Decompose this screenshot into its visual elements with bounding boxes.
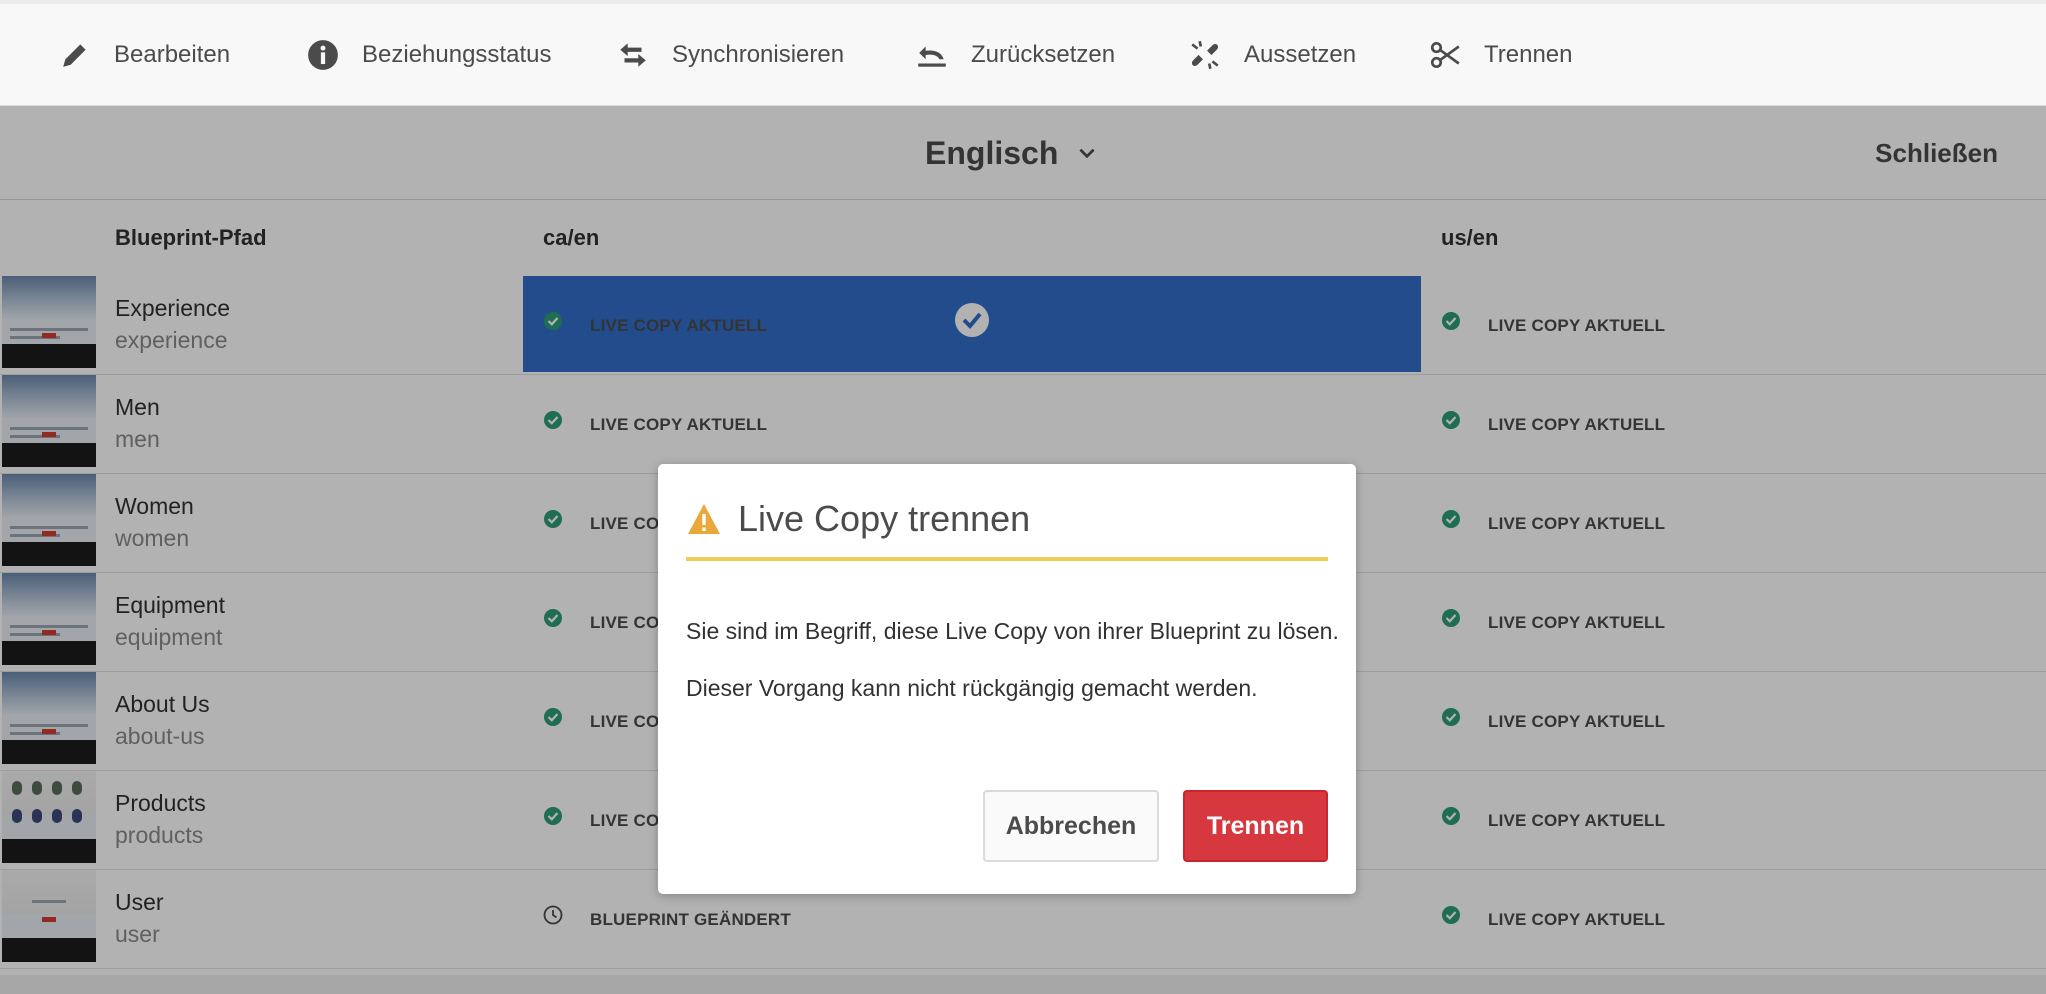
- info-icon: [308, 40, 338, 70]
- edit-label: Bearbeiten: [114, 41, 231, 68]
- detach-live-copy-dialog: Live Copy trennen Sie sind im Begriff, d…: [658, 464, 1356, 894]
- confirm-detach-button[interactable]: Trennen: [1183, 790, 1328, 862]
- reset-button[interactable]: Zurücksetzen: [915, 4, 1115, 106]
- synchronize-button[interactable]: Synchronisieren: [616, 4, 844, 106]
- action-toolbar: Bearbeiten Beziehungsstatus Synchronisie…: [0, 0, 2046, 106]
- relationship-status-label: Beziehungsstatus: [362, 41, 552, 68]
- synchronize-label: Synchronisieren: [672, 41, 845, 68]
- dialog-divider: [686, 557, 1328, 561]
- dialog-title: Live Copy trennen: [738, 498, 1031, 539]
- detach-label: Trennen: [1484, 41, 1573, 68]
- warning-icon: [688, 504, 720, 534]
- dialog-message: Sie sind im Begriff, diese Live Copy von…: [686, 618, 1339, 644]
- pencil-icon: [63, 44, 86, 67]
- detach-button[interactable]: Trennen: [1428, 4, 1573, 106]
- suspend-button[interactable]: Aussetzen: [1188, 4, 1356, 106]
- edit-button[interactable]: Bearbeiten: [58, 4, 230, 106]
- dialog-header: Live Copy trennen: [686, 494, 1328, 544]
- dialog-warning-message: Dieser Vorgang kann nicht rückgängig gem…: [686, 675, 1258, 701]
- suspend-label: Aussetzen: [1244, 41, 1357, 68]
- sync-arrows-icon: [620, 43, 646, 67]
- cancel-button[interactable]: Abbrechen: [983, 790, 1159, 862]
- broken-link-icon: [1191, 40, 1219, 70]
- relationship-status-button[interactable]: Beziehungsstatus: [306, 4, 551, 106]
- undo-icon: [918, 46, 946, 67]
- reset-label: Zurücksetzen: [971, 41, 1116, 68]
- scissors-icon: [1430, 41, 1460, 69]
